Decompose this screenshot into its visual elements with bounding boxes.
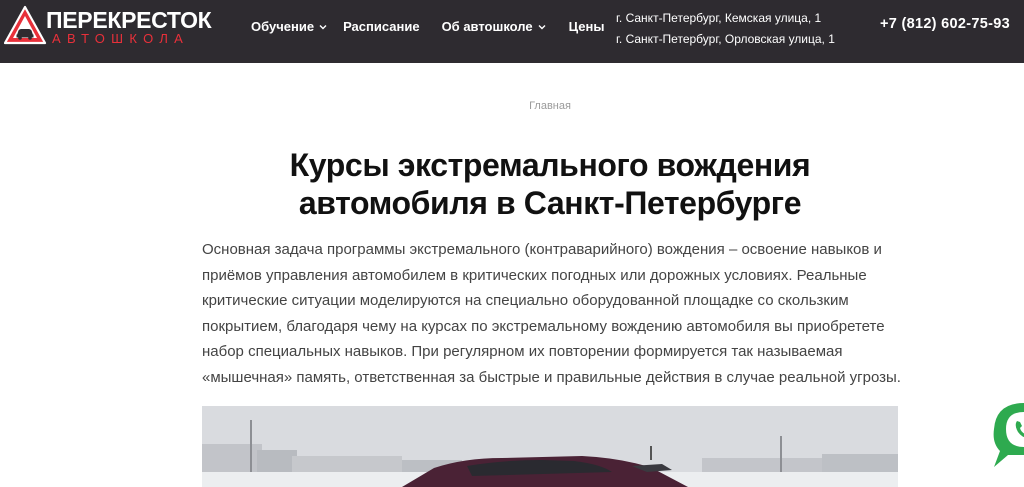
chevron-down-icon bbox=[538, 25, 546, 30]
chat-widget-button[interactable] bbox=[990, 401, 1024, 471]
address-line: г. Санкт-Петербург, Орловская улица, 1 bbox=[616, 32, 835, 46]
breadcrumb: Главная bbox=[0, 100, 1024, 112]
warning-triangle-car-icon bbox=[4, 5, 47, 45]
main-nav: Обучение Расписание Об автошколе Цены bbox=[251, 17, 604, 37]
nav-item-label: Об автошколе bbox=[441, 19, 533, 34]
hero-image bbox=[202, 406, 898, 487]
logo-subtitle: АВТОШКОЛА bbox=[52, 31, 190, 46]
address-line: г. Санкт-Петербург, Кемская улица, 1 bbox=[616, 11, 822, 25]
nav-item-prices[interactable]: Цены bbox=[569, 17, 605, 37]
phone-link[interactable]: +7 (812) 602-75-93 bbox=[880, 16, 1010, 32]
page-title: Курсы экстремального вождения автомобиля… bbox=[289, 147, 811, 221]
chat-bubble-icon bbox=[993, 403, 1024, 467]
chevron-down-icon bbox=[319, 25, 327, 30]
logo[interactable]: ПЕРЕКРЕСТОК АВТОШКОЛА bbox=[4, 5, 212, 47]
nav-item-label: Обучение bbox=[251, 19, 315, 34]
nav-item-schedule[interactable]: Расписание bbox=[343, 17, 420, 37]
hero-photo-illustration bbox=[202, 406, 898, 487]
nav-item-about[interactable]: Об автошколе bbox=[442, 17, 546, 37]
nav-item-label: Расписание bbox=[343, 19, 420, 34]
logo-title: ПЕРЕКРЕСТОК bbox=[46, 7, 212, 33]
breadcrumb-home-link[interactable]: Главная bbox=[529, 100, 571, 112]
addresses: г. Санкт-Петербург, Кемская улица, 1 г. … bbox=[616, 8, 835, 50]
site-header: ПЕРЕКРЕСТОК АВТОШКОЛА Обучение Расписани… bbox=[0, 0, 1024, 63]
nav-item-training[interactable]: Обучение bbox=[251, 17, 327, 37]
intro-paragraph: Основная задача программы экстремального… bbox=[202, 241, 901, 386]
nav-item-label: Цены bbox=[568, 19, 605, 34]
